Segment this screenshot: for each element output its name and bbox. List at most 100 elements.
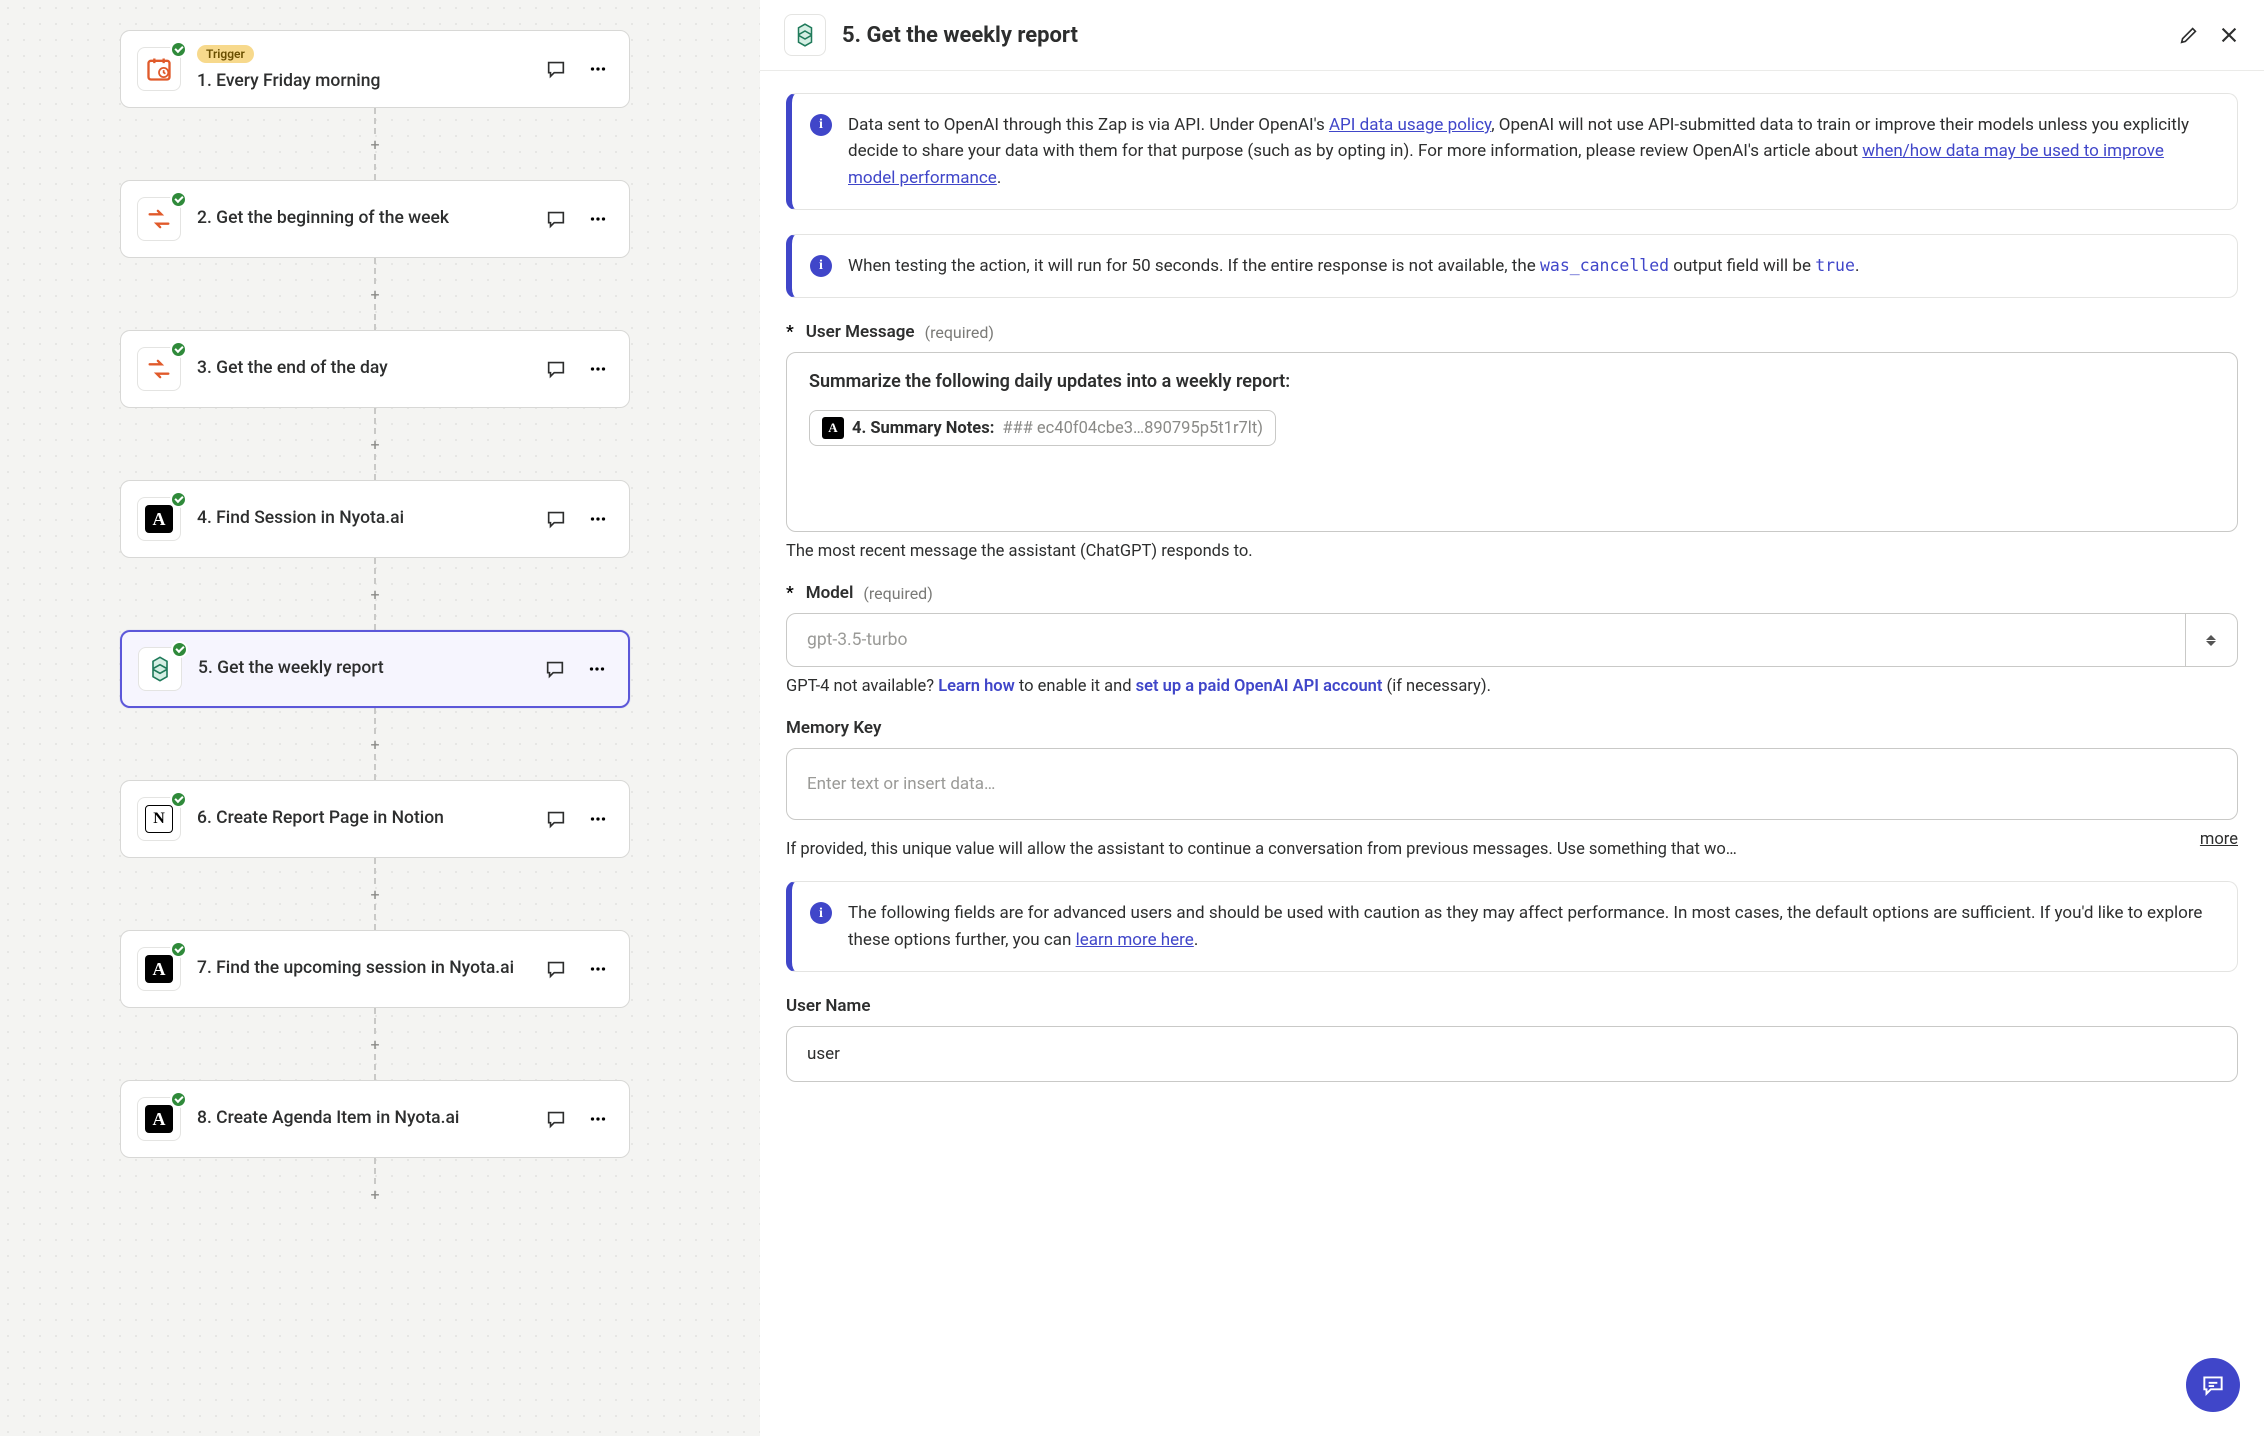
required-text: (required)	[925, 323, 994, 342]
nyota-icon: A	[137, 497, 181, 541]
nyota-icon: A	[137, 947, 181, 991]
field-memory-key: Memory Key If provided, this unique valu…	[786, 718, 2238, 859]
comment-icon[interactable]	[541, 804, 571, 834]
mapped-data-pill[interactable]: A 4. Summary Notes: ### ec40f04cbe3…8907…	[809, 410, 1276, 446]
step-card-8[interactable]: A 8. Create Agenda Item in Nyota.ai	[120, 1080, 630, 1158]
field-label-text: Model	[806, 583, 854, 603]
more-icon[interactable]	[583, 1104, 613, 1134]
user-name-input[interactable]	[786, 1026, 2238, 1082]
step-card-2[interactable]: 2. Get the beginning of the week	[120, 180, 630, 258]
field-label-text: User Name	[786, 996, 870, 1016]
chevron-up-icon	[2206, 635, 2216, 640]
info-text: The following fields are for advanced us…	[848, 903, 2202, 949]
select-toggle[interactable]	[2186, 613, 2238, 667]
step-card-5[interactable]: 5. Get the weekly report	[120, 630, 630, 708]
more-link[interactable]: more	[2200, 830, 2238, 849]
field-label-text: User Message	[806, 322, 915, 342]
info-text: .	[1194, 930, 1198, 950]
formatter-icon	[137, 197, 181, 241]
step-card-3[interactable]: 3. Get the end of the day	[120, 330, 630, 408]
step-card-6[interactable]: N 6. Create Report Page in Notion	[120, 780, 630, 858]
nyota-icon: A	[137, 1097, 181, 1141]
step-title: 3. Get the end of the day	[197, 357, 531, 381]
model-select[interactable]: gpt-3.5-turbo	[786, 613, 2186, 667]
step-title: 2. Get the beginning of the week	[197, 207, 531, 231]
info-icon: i	[810, 114, 832, 136]
api-policy-link[interactable]: API data usage policy	[1329, 115, 1491, 135]
status-check-icon	[170, 941, 187, 958]
comment-icon[interactable]	[541, 354, 571, 384]
more-icon[interactable]	[583, 204, 613, 234]
add-step[interactable]: +	[365, 134, 385, 154]
status-check-icon	[170, 1091, 187, 1108]
close-icon[interactable]	[2218, 24, 2240, 46]
field-help: The most recent message the assistant (C…	[786, 542, 2238, 561]
step-title: 1. Every Friday morning	[197, 70, 531, 94]
user-message-text: Summarize the following daily updates in…	[809, 371, 2215, 392]
info-text: Data sent to OpenAI through this Zap is …	[848, 115, 1329, 135]
formatter-icon	[137, 347, 181, 391]
status-check-icon	[171, 641, 188, 658]
comment-icon[interactable]	[541, 954, 571, 984]
step-card-1[interactable]: Trigger 1. Every Friday morning	[120, 30, 630, 108]
comment-icon[interactable]	[540, 654, 570, 684]
add-step[interactable]: +	[365, 1034, 385, 1054]
learn-how-link[interactable]: Learn how	[938, 677, 1015, 696]
field-help: If provided, this unique value will allo…	[786, 840, 1737, 859]
status-check-icon	[170, 41, 187, 58]
comment-icon[interactable]	[541, 1104, 571, 1134]
user-message-input[interactable]: Summarize the following daily updates in…	[786, 352, 2238, 532]
notion-icon: N	[137, 797, 181, 841]
more-icon[interactable]	[583, 354, 613, 384]
learn-more-link[interactable]: learn more here	[1076, 930, 1194, 950]
step-card-4[interactable]: A 4. Find Session in Nyota.ai	[120, 480, 630, 558]
field-help: GPT-4 not available? Learn how to enable…	[786, 677, 2238, 696]
info-text: When testing the action, it will run for…	[848, 256, 1540, 276]
field-model: * Model (required) gpt-3.5-turbo GPT-4 n…	[786, 583, 2238, 696]
field-user-message: * User Message (required) Summarize the …	[786, 322, 2238, 561]
step-card-7[interactable]: A 7. Find the upcoming session in Nyota.…	[120, 930, 630, 1008]
flow-canvas[interactable]: Trigger 1. Every Friday morning + 2. Get…	[0, 0, 750, 1436]
more-icon[interactable]	[583, 804, 613, 834]
paid-account-link[interactable]: set up a paid OpenAI API account	[1136, 677, 1383, 696]
code-true: true	[1815, 256, 1855, 275]
step-title: 6. Create Report Page in Notion	[197, 807, 531, 831]
status-check-icon	[170, 341, 187, 358]
panel-body[interactable]: i Data sent to OpenAI through this Zap i…	[760, 71, 2264, 1436]
add-step[interactable]: +	[365, 584, 385, 604]
comment-icon[interactable]	[541, 54, 571, 84]
add-step[interactable]: +	[365, 734, 385, 754]
trigger-badge: Trigger	[197, 45, 254, 63]
more-icon[interactable]	[583, 504, 613, 534]
pill-value: ### ec40f04cbe3…890795p5t1r7lt)	[1002, 419, 1263, 438]
add-step[interactable]: +	[365, 284, 385, 304]
add-step[interactable]: +	[365, 884, 385, 904]
more-icon[interactable]	[583, 54, 613, 84]
add-step[interactable]: +	[365, 1184, 385, 1204]
add-step[interactable]: +	[365, 434, 385, 454]
panel-header: 5. Get the weekly report	[760, 0, 2264, 70]
required-star: *	[786, 583, 794, 603]
field-label-text: Memory Key	[786, 718, 881, 738]
chevron-down-icon	[2206, 641, 2216, 646]
info-text: .	[1855, 256, 1859, 276]
more-icon[interactable]	[582, 654, 612, 684]
detail-panel: 5. Get the weekly report i Data sent to …	[760, 0, 2264, 1436]
step-title: 4. Find Session in Nyota.ai	[197, 507, 531, 531]
info-icon: i	[810, 255, 832, 277]
memory-key-input[interactable]	[786, 748, 2238, 820]
field-user-name: User Name	[786, 996, 2238, 1082]
status-check-icon	[170, 191, 187, 208]
more-icon[interactable]	[583, 954, 613, 984]
comment-icon[interactable]	[541, 504, 571, 534]
step-title: 8. Create Agenda Item in Nyota.ai	[197, 1107, 531, 1131]
pill-source-icon: A	[822, 417, 844, 439]
info-icon: i	[810, 902, 832, 924]
info-text: .	[997, 168, 1001, 188]
edit-icon[interactable]	[2178, 24, 2200, 46]
step-title: 5. Get the weekly report	[198, 657, 530, 681]
openai-icon	[138, 647, 182, 691]
chat-fab[interactable]	[2186, 1358, 2240, 1412]
comment-icon[interactable]	[541, 204, 571, 234]
step-title: 7. Find the upcoming session in Nyota.ai	[197, 957, 531, 981]
